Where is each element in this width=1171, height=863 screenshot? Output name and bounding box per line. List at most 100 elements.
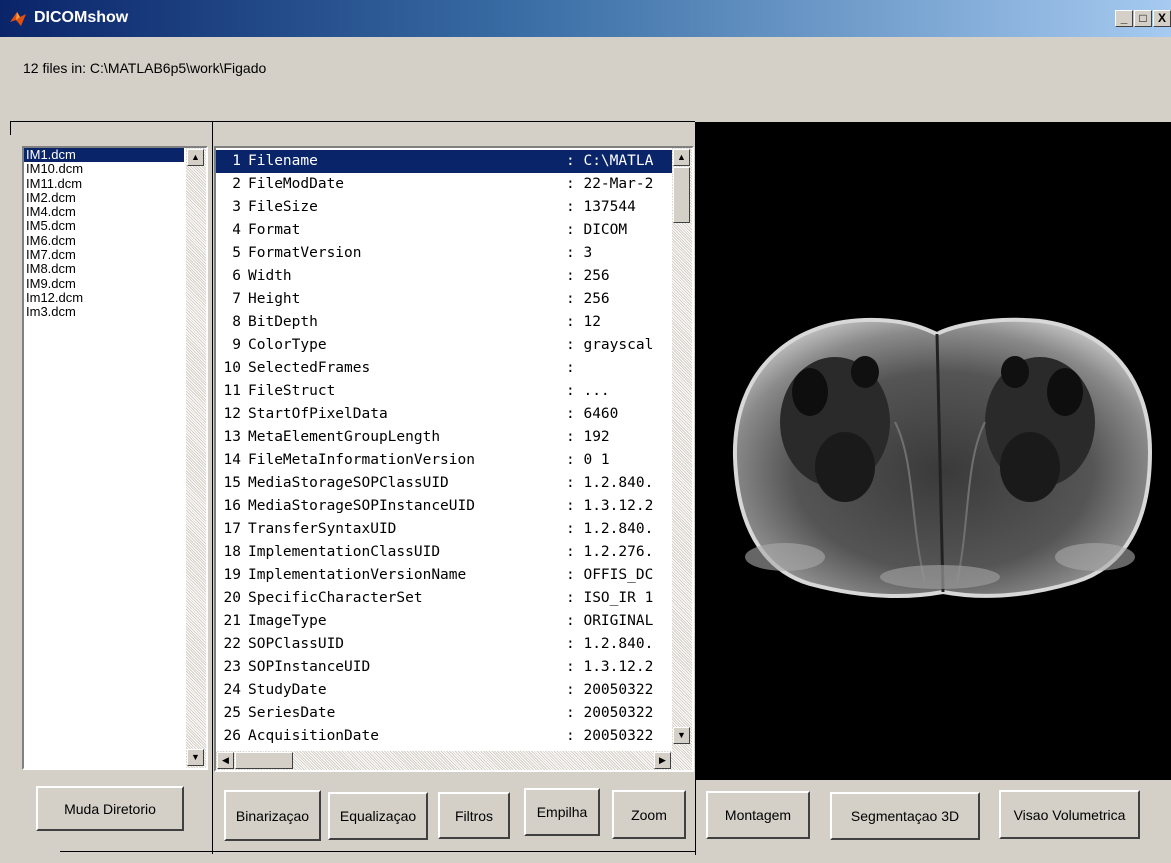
- field-name: MediaStorageSOPInstanceUID: [248, 498, 475, 514]
- field-value: : OFFIS_DC: [566, 567, 654, 583]
- dicom-info-list[interactable]: 1 Filename: C:\MATLA 2 FileModDate: 22-Mar-…: [214, 146, 694, 772]
- row-number: 14: [223, 452, 241, 468]
- list-item[interactable]: IM6.dcm: [24, 233, 188, 248]
- field-name: ColorType: [248, 337, 327, 353]
- list-item[interactable]: IM5.dcm: [24, 219, 188, 234]
- field-value: : 192: [566, 429, 610, 445]
- field-value: : 256: [566, 291, 610, 307]
- list-item[interactable]: IM9.dcm: [24, 276, 188, 291]
- field-value: : ...: [566, 383, 610, 399]
- table-row[interactable]: 26 AcquisitionDate: 20050322: [216, 725, 673, 748]
- field-name: ImplementationClassUID: [248, 544, 441, 560]
- scroll-thumb[interactable]: [673, 167, 690, 223]
- row-number: 8: [232, 314, 241, 330]
- table-row[interactable]: 23 SOPInstanceUID: 1.3.12.2: [216, 656, 673, 679]
- file-list-scrollbar[interactable]: ▲ ▼: [186, 148, 206, 768]
- field-value: : 20050322: [566, 728, 654, 744]
- table-row[interactable]: 13 MetaElementGroupLength: 192: [216, 426, 673, 449]
- list-item[interactable]: IM2.dcm: [24, 190, 188, 205]
- row-number: 4: [232, 222, 241, 238]
- list-item[interactable]: IM4.dcm: [24, 204, 188, 219]
- scroll-up-icon[interactable]: ▲: [187, 149, 204, 166]
- file-list[interactable]: IM1.dcm IM10.dcm IM11.dcm IM2.dcm IM4.dcm IM5…: [22, 146, 208, 770]
- row-number: 21: [223, 613, 241, 629]
- field-value: : 256: [566, 268, 610, 284]
- table-row[interactable]: 18 ImplementationClassUID: 1.2.276.: [216, 541, 673, 564]
- filtros-button[interactable]: Filtros: [438, 792, 510, 839]
- field-name: SOPInstanceUID: [248, 659, 371, 675]
- table-row[interactable]: 14 FileMetaInformationVersion: 0 1: [216, 449, 673, 472]
- dicom-image-view[interactable]: [695, 122, 1171, 780]
- row-number: 16: [223, 498, 241, 514]
- table-row[interactable]: 24 StudyDate: 20050322: [216, 679, 673, 702]
- table-row[interactable]: 6 Width: 256: [216, 265, 673, 288]
- table-row[interactable]: 19 ImplementationVersionName: OFFIS_DC: [216, 564, 673, 587]
- table-row[interactable]: 22 SOPClassUID: 1.2.840.: [216, 633, 673, 656]
- list-item[interactable]: IM10.dcm: [24, 161, 188, 176]
- field-name: ImageType: [248, 613, 327, 629]
- field-name: SeriesDate: [248, 705, 336, 721]
- table-row[interactable]: 16 MediaStorageSOPInstanceUID : 1.3.12.2: [216, 495, 673, 518]
- field-value: : 1.3.12.2: [566, 498, 654, 514]
- info-horizontal-scrollbar[interactable]: ◀ ▶: [216, 751, 692, 770]
- visao-volumetrica-button[interactable]: Visao Volumetrica: [999, 790, 1140, 839]
- table-row[interactable]: 15 MediaStorageSOPClassUID: 1.2.840.: [216, 472, 673, 495]
- zoom-button[interactable]: Zoom: [612, 790, 686, 839]
- row-number: 20: [223, 590, 241, 606]
- table-row[interactable]: 1 Filename: C:\MATLA: [216, 150, 673, 173]
- row-number: 22: [223, 636, 241, 652]
- list-item[interactable]: IM11.dcm: [24, 176, 188, 191]
- scroll-left-icon[interactable]: ◀: [217, 752, 234, 769]
- table-row[interactable]: 7 Height: 256: [216, 288, 673, 311]
- table-row[interactable]: 10 SelectedFrames:: [216, 357, 673, 380]
- field-name: FormatVersion: [248, 245, 362, 261]
- field-value: :: [566, 360, 575, 376]
- field-value: : 3: [566, 245, 593, 261]
- field-name: Format: [248, 222, 301, 238]
- minimize-icon[interactable]: _: [1115, 10, 1133, 27]
- field-value: : 1.3.12.2: [566, 659, 654, 675]
- field-value: : ISO_IR 1: [566, 590, 654, 606]
- list-item[interactable]: Im3.dcm: [24, 304, 188, 319]
- table-row[interactable]: 8 BitDepth: 12: [216, 311, 673, 334]
- table-row[interactable]: 17 TransferSyntaxUID: 1.2.840.: [216, 518, 673, 541]
- binarizacao-button[interactable]: Binarizaçao: [224, 790, 321, 841]
- table-row[interactable]: 5 FormatVersion : 3: [216, 242, 673, 265]
- info-vertical-scrollbar[interactable]: ▲ ▼: [672, 148, 692, 751]
- divider: [10, 121, 11, 135]
- scroll-thumb[interactable]: [235, 752, 293, 769]
- row-number: 11: [223, 383, 241, 399]
- segmentacao-3d-button[interactable]: Segmentaçao 3D: [830, 792, 980, 840]
- table-row[interactable]: 3 FileSize: 137544: [216, 196, 673, 219]
- table-row[interactable]: 12 StartOfPixelData: 6460: [216, 403, 673, 426]
- close-icon[interactable]: X: [1153, 10, 1171, 27]
- empilha-button[interactable]: Empilha: [524, 788, 600, 836]
- field-value: : 22-Mar-2: [566, 176, 654, 192]
- maximize-icon[interactable]: □: [1134, 10, 1152, 27]
- field-value: : 1.2.276.: [566, 544, 654, 560]
- table-row[interactable]: 21 ImageType: ORIGINAL: [216, 610, 673, 633]
- list-item[interactable]: IM1.dcm: [24, 148, 184, 163]
- row-number: 9: [232, 337, 241, 353]
- list-item[interactable]: IM8.dcm: [24, 262, 188, 277]
- table-row[interactable]: 25 SeriesDate: 20050322: [216, 702, 673, 725]
- table-row[interactable]: 9 ColorType: grayscal: [216, 334, 673, 357]
- scroll-down-icon[interactable]: ▼: [187, 749, 204, 766]
- table-row[interactable]: 11 FileStruct: ...: [216, 380, 673, 403]
- equalizacao-button[interactable]: Equalizaçao: [328, 792, 428, 840]
- list-item[interactable]: Im12.dcm: [24, 290, 188, 305]
- muda-diretorio-button[interactable]: Muda Diretorio: [36, 786, 184, 831]
- field-name: SOPClassUID: [248, 636, 345, 652]
- montagem-button[interactable]: Montagem: [706, 791, 810, 839]
- divider: [212, 121, 213, 854]
- table-row[interactable]: 2 FileModDate: 22-Mar-2: [216, 173, 673, 196]
- scroll-down-icon[interactable]: ▼: [673, 727, 690, 744]
- path-label: 12 files in: C:\MATLAB6p5\work\Figado: [23, 60, 267, 76]
- scroll-right-icon[interactable]: ▶: [654, 752, 671, 769]
- table-row[interactable]: 4 Format: DICOM: [216, 219, 673, 242]
- row-number: 5: [232, 245, 241, 261]
- field-value: : 6460: [566, 406, 619, 422]
- table-row[interactable]: 20 SpecificCharacterSet: ISO_IR 1: [216, 587, 673, 610]
- scroll-up-icon[interactable]: ▲: [673, 149, 690, 166]
- list-item[interactable]: IM7.dcm: [24, 247, 188, 262]
